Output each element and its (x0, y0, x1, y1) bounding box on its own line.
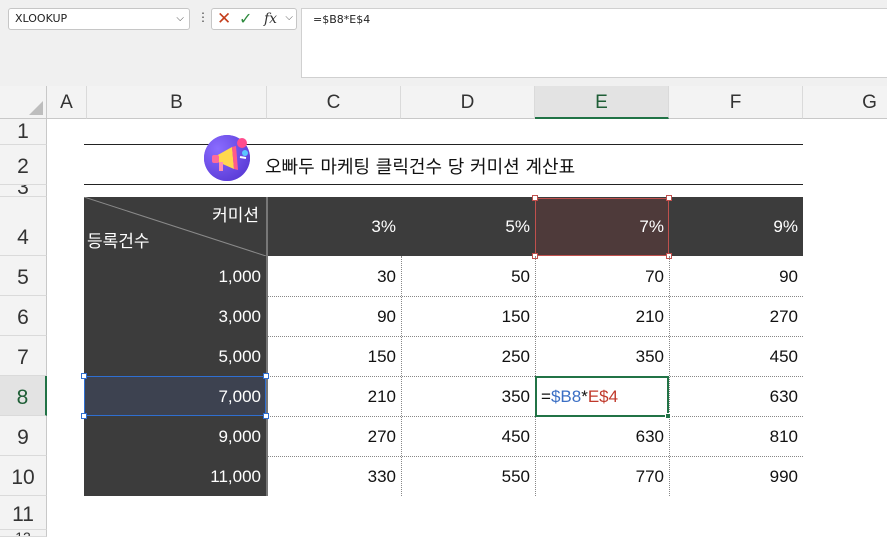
value-cell[interactable]: 270 (669, 307, 803, 327)
ref-handle[interactable] (81, 413, 87, 419)
rate-header-7pct[interactable]: 7% (535, 217, 669, 237)
row-header-4[interactable]: 4 (0, 197, 47, 256)
value-cell[interactable]: 450 (669, 347, 803, 367)
name-box-value: XLOOKUP (15, 12, 68, 25)
ref-handle[interactable] (263, 413, 269, 419)
formula-operator: * (581, 387, 588, 406)
ref-handle[interactable] (263, 373, 269, 379)
formula-ref-b8: $B8 (550, 387, 582, 406)
column-header-b[interactable]: B (87, 86, 267, 119)
chevron-down-icon[interactable]: ⌵ (285, 12, 293, 23)
title-top-border (84, 144, 803, 145)
formula-equals: = (541, 387, 551, 406)
value-cell[interactable]: 630 (535, 427, 669, 447)
corner-header-bottom: 등록건수 (87, 232, 150, 252)
enter-icon[interactable]: ✓ (239, 9, 252, 29)
column-header-d[interactable]: D (401, 86, 535, 119)
value-cell[interactable]: 30 (267, 267, 401, 287)
row-header-8[interactable]: 8 (0, 376, 47, 416)
formula-ref-e4: E$4 (587, 387, 619, 406)
value-cell[interactable]: 250 (401, 347, 535, 367)
value-cell[interactable]: 630 (669, 387, 803, 407)
value-cell[interactable]: 150 (267, 347, 401, 367)
excel-window: XLOOKUP ⌵ ⋮ ✕ ✓ fx ⌵ =$B8*E$4 A B C D E … (0, 0, 887, 537)
ref-handle[interactable] (532, 195, 538, 201)
value-cell[interactable]: 270 (267, 427, 401, 447)
cancel-icon[interactable]: ✕ (217, 9, 231, 29)
value-cell[interactable]: 70 (535, 267, 669, 287)
more-options-icon[interactable]: ⋮ (197, 11, 209, 23)
count-cell[interactable]: 9,000 (84, 427, 266, 447)
value-cell[interactable]: 150 (401, 307, 535, 327)
count-cell[interactable]: 3,000 (84, 307, 266, 327)
value-cell[interactable]: 550 (401, 467, 535, 487)
value-cell[interactable]: 350 (401, 387, 535, 407)
value-cell[interactable]: 210 (267, 387, 401, 407)
row-header-7[interactable]: 7 (0, 336, 47, 376)
chevron-down-icon[interactable]: ⌵ (176, 13, 184, 24)
column-header-g[interactable]: G (803, 86, 887, 119)
count-cell[interactable]: 11,000 (84, 467, 266, 487)
title-bottom-border (84, 184, 803, 185)
value-cell[interactable]: 90 (267, 307, 401, 327)
column-header-a[interactable]: A (47, 86, 87, 119)
row-header-2[interactable]: 2 (0, 145, 47, 185)
row-header-1[interactable]: 1 (0, 119, 47, 145)
name-box[interactable]: XLOOKUP ⌵ (8, 8, 190, 30)
column-header-f[interactable]: F (669, 86, 803, 119)
value-cell[interactable]: 50 (401, 267, 535, 287)
row-header-9[interactable]: 9 (0, 416, 47, 456)
page-title: 오빠두 마케팅 클릭건수 당 커미션 계산표 (265, 157, 576, 178)
value-cell[interactable]: 350 (535, 347, 669, 367)
value-cell[interactable]: 810 (669, 427, 803, 447)
count-cell[interactable]: 5,000 (84, 347, 266, 367)
active-cell-e8[interactable]: =$B8*E$4 (535, 376, 671, 419)
formula-input[interactable]: =$B8*E$4 (301, 8, 887, 78)
row-header-5[interactable]: 5 (0, 256, 47, 296)
value-cell[interactable]: 770 (535, 467, 669, 487)
value-cell[interactable]: 450 (401, 427, 535, 447)
fill-handle[interactable] (665, 413, 671, 419)
formula-bar-area: XLOOKUP ⌵ ⋮ ✕ ✓ fx ⌵ =$B8*E$4 (0, 0, 887, 86)
value-cell[interactable]: 90 (669, 267, 803, 287)
column-header-c[interactable]: C (267, 86, 401, 119)
megaphone-icon (204, 135, 250, 181)
count-cell[interactable]: 1,000 (84, 267, 266, 287)
row-header-10[interactable]: 10 (0, 456, 47, 496)
rate-header-3pct[interactable]: 3% (267, 217, 401, 237)
formula-buttons: ✕ ✓ fx ⌵ (211, 8, 297, 30)
ref-handle[interactable] (81, 373, 87, 379)
count-cell[interactable]: 7,000 (84, 387, 266, 407)
select-all-icon (29, 101, 43, 115)
row-header-3[interactable]: 3 (0, 185, 47, 197)
rate-header-5pct[interactable]: 5% (401, 217, 535, 237)
row-header-6[interactable]: 6 (0, 296, 47, 336)
row-header-11[interactable]: 11 (0, 496, 47, 530)
grid-line (669, 256, 670, 496)
cell-edit-text: =$B8*E$4 (541, 387, 618, 407)
insert-function-icon[interactable]: fx (264, 10, 277, 28)
value-cell[interactable]: 210 (535, 307, 669, 327)
value-cell[interactable]: 990 (669, 467, 803, 487)
select-all-button[interactable] (0, 86, 47, 119)
value-cell[interactable]: 330 (267, 467, 401, 487)
worksheet-grid[interactable]: 오빠두 마케팅 클릭건수 당 커미션 계산표 커미션 등록건수 3% 5% 7%… (47, 119, 887, 537)
row-header-12[interactable]: 12 (0, 530, 47, 537)
grid-line (401, 256, 402, 496)
column-header-e[interactable]: E (535, 86, 669, 119)
corner-header-top: 커미션 (212, 206, 259, 226)
rate-header-9pct[interactable]: 9% (669, 217, 803, 237)
ref-handle[interactable] (666, 195, 672, 201)
